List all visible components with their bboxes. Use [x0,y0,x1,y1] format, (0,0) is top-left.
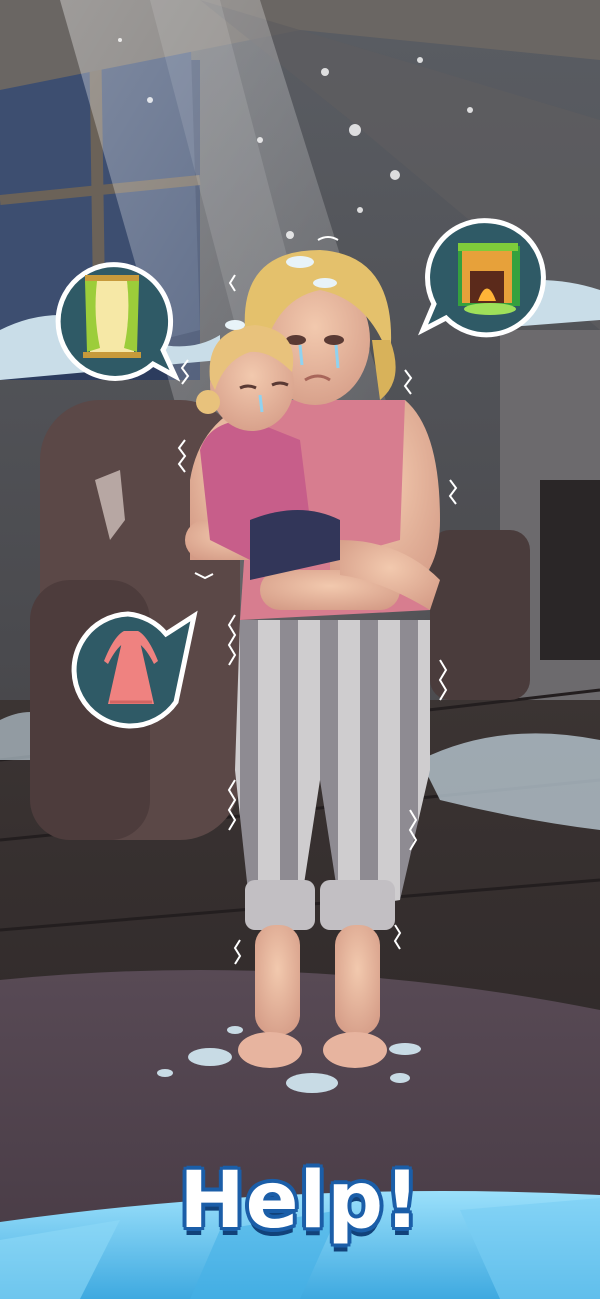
curtains-window-icon [55,262,181,382]
bubble-fireplace[interactable] [417,216,553,338]
help-title: Help! [179,1156,421,1246]
bubble-curtains[interactable] [45,260,181,385]
bubble-dress[interactable] [66,606,200,730]
fireplace-icon [417,218,546,338]
dress-icon [71,610,198,729]
